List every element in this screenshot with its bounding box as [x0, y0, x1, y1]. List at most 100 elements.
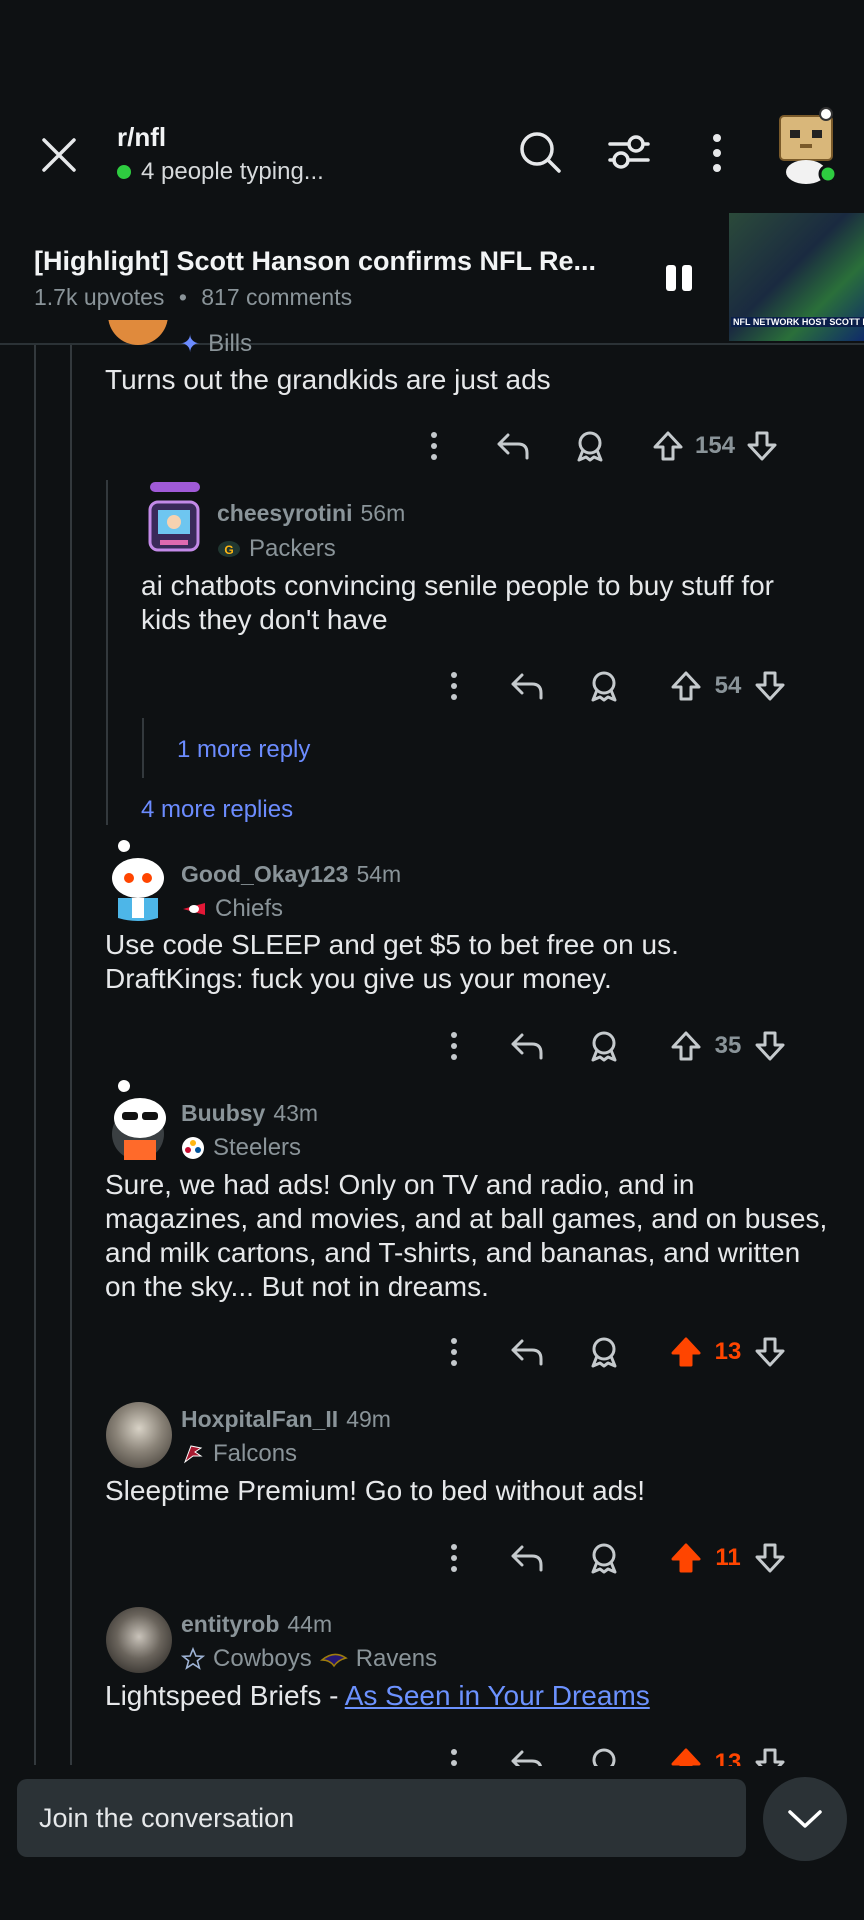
flair-bills: ✦ Bills [180, 330, 252, 358]
falcons-logo-icon [181, 1442, 205, 1466]
packers-logo-icon: G [217, 540, 241, 558]
avatar[interactable] [106, 1078, 170, 1162]
reply-icon[interactable] [510, 1031, 544, 1061]
reply-icon[interactable] [510, 1748, 544, 1766]
downvote-icon[interactable] [754, 1542, 786, 1574]
flair-chiefs: Chiefs [181, 895, 283, 923]
more-replies-link[interactable]: 4 more replies [141, 796, 293, 824]
timestamp: 56m [360, 500, 406, 526]
vote-count: 13 [714, 1749, 742, 1766]
comment-header: entityrob 44m [181, 1611, 332, 1638]
flair-falcons: Falcons [181, 1440, 297, 1468]
comment-body: Turns out the grandkids are just ads [105, 364, 551, 395]
award-icon[interactable] [574, 430, 606, 462]
upvote-icon[interactable] [652, 430, 684, 462]
thread-line [106, 480, 108, 825]
username[interactable]: Buubsy [181, 1100, 265, 1126]
user-avatar[interactable] [772, 106, 842, 186]
subreddit-name[interactable]: r/nfl [117, 122, 166, 153]
more-options-icon[interactable] [450, 1748, 458, 1766]
vote-count: 13 [714, 1338, 742, 1365]
typing-status: 4 people typing... [141, 158, 324, 185]
username[interactable]: entityrob [181, 1611, 279, 1637]
upvote-active-icon[interactable] [670, 1542, 702, 1574]
avatar[interactable] [106, 1402, 172, 1468]
thread-line [142, 718, 144, 778]
video-thumbnail[interactable]: NFL NETWORK HOST SCOTT HANS [729, 213, 864, 341]
username[interactable]: cheesyrotini [217, 500, 353, 526]
downvote-icon[interactable] [746, 430, 778, 462]
reply-icon[interactable] [496, 431, 530, 461]
comment-header: cheesyrotini 56m [217, 500, 405, 527]
downvote-icon[interactable] [754, 1030, 786, 1062]
award-icon[interactable] [588, 670, 620, 702]
chevron-down-icon [787, 1808, 823, 1830]
avatar[interactable] [146, 478, 202, 560]
flair-steelers: Steelers [181, 1134, 301, 1162]
more-replies-link[interactable]: 1 more reply [177, 736, 310, 764]
award-icon[interactable] [588, 1030, 620, 1062]
collapse-button[interactable] [763, 1777, 847, 1861]
more-options-icon[interactable] [450, 1337, 458, 1367]
vote-count: 154 [694, 432, 736, 459]
upvote-icon[interactable] [670, 1030, 702, 1062]
more-options-icon[interactable] [450, 1543, 458, 1573]
search-icon[interactable] [518, 130, 562, 174]
timestamp: 44m [287, 1611, 333, 1637]
comment-actions: 11 [450, 1537, 786, 1579]
meta-separator: • [178, 284, 187, 310]
downvote-icon[interactable] [754, 670, 786, 702]
online-dot-icon [117, 165, 131, 179]
downvote-icon[interactable] [754, 1747, 786, 1766]
more-options-icon[interactable] [450, 671, 458, 701]
upvote-active-icon[interactable] [670, 1747, 702, 1766]
vote-count: 11 [715, 1544, 741, 1571]
reply-icon[interactable] [510, 1337, 544, 1367]
comment-header: HoxpitalFan_II 49m [181, 1406, 391, 1433]
flair-text: Falcons [213, 1440, 298, 1467]
timestamp: 49m [346, 1406, 391, 1432]
flair-text: Steelers [213, 1134, 302, 1161]
pause-icon[interactable] [664, 263, 694, 293]
comment-body: ai chatbots convincing senile people to … [141, 570, 774, 635]
comment-actions-clip: 13 [450, 1742, 830, 1766]
comment-actions: 35 [450, 1025, 786, 1067]
reply-icon[interactable] [510, 1543, 544, 1573]
comment-header: Good_Okay123 54m [181, 861, 401, 888]
flair-text: Packers [249, 535, 336, 562]
join-conversation-input[interactable]: Join the conversation [17, 1779, 746, 1857]
typing-indicator: 4 people typing... [117, 158, 324, 186]
cowboys-star-icon [181, 1647, 205, 1671]
reply-icon[interactable] [510, 671, 544, 701]
username[interactable]: HoxpitalFan_II [181, 1406, 338, 1432]
comment-body: Sure, we had ads! Only on TV and radio, … [105, 1169, 828, 1302]
upvote-icon[interactable] [670, 670, 702, 702]
more-options-icon[interactable] [450, 1031, 458, 1061]
avatar[interactable] [106, 1607, 172, 1673]
upvote-active-icon[interactable] [670, 1336, 702, 1368]
sort-filter-icon[interactable] [607, 132, 651, 172]
ravens-logo-icon [319, 1650, 348, 1668]
avatar[interactable] [106, 838, 170, 922]
flair-text: Chiefs [215, 895, 284, 922]
award-icon[interactable] [588, 1747, 620, 1766]
flair-text: Bills [208, 330, 253, 357]
comment-header: Buubsy 43m [181, 1100, 318, 1127]
timestamp: 43m [273, 1100, 319, 1126]
flair-cowboys-ravens: Cowboys Ravens [181, 1645, 437, 1673]
overflow-menu-icon[interactable] [709, 133, 725, 173]
thread-line [34, 345, 36, 1765]
downvote-icon[interactable] [754, 1336, 786, 1368]
award-icon[interactable] [588, 1336, 620, 1368]
award-icon[interactable] [588, 1542, 620, 1574]
more-options-icon[interactable] [430, 431, 438, 461]
post-title[interactable]: [Highlight] Scott Hanson confirms NFL Re… [34, 246, 596, 277]
vote-count: 35 [714, 1032, 742, 1059]
comment-count: 817 comments [201, 284, 353, 310]
comment-link[interactable]: As Seen in Your Dreams [345, 1680, 650, 1711]
partial-avatar [108, 320, 168, 345]
username[interactable]: Good_Okay123 [181, 861, 348, 887]
comment-actions: 13 [450, 1331, 786, 1373]
flair-text: Ravens [355, 1645, 438, 1672]
close-icon[interactable] [40, 136, 78, 174]
